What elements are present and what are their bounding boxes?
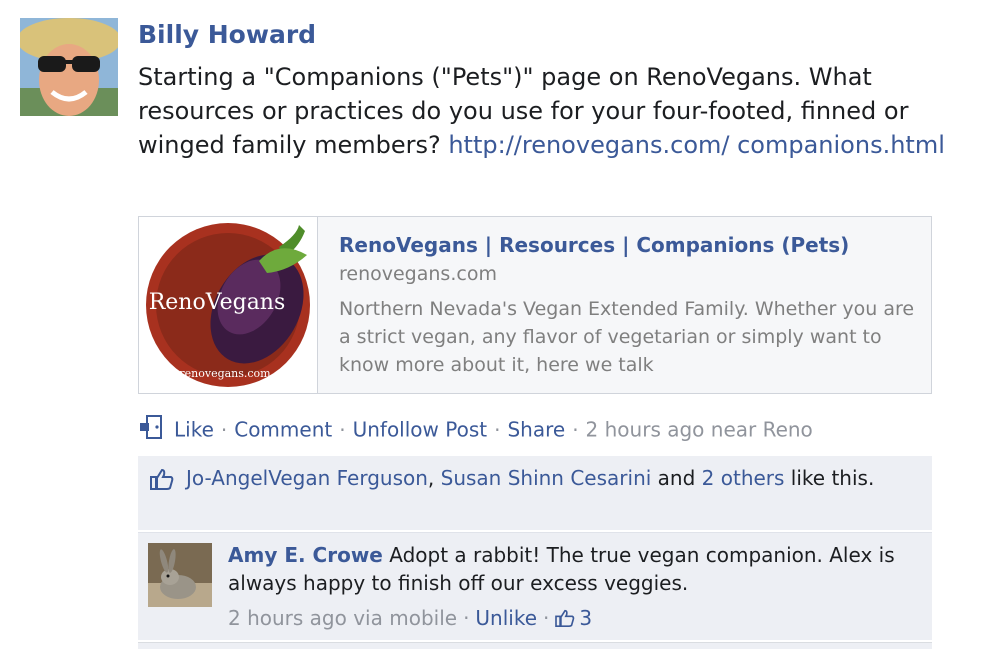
attachment-title[interactable]: RenoVegans | Resources | Companions (Pet… [339,233,849,257]
avatar-photo [20,18,118,116]
like-count-value: 3 [579,606,593,630]
liker-link[interactable]: Jo-AngelVegan Ferguson [186,466,428,490]
unlike-link[interactable]: Unlike [475,606,537,630]
eggplant-logo-icon: RenoVegans renovegans.com [146,223,310,387]
share-link[interactable]: Share [507,418,565,442]
unfollow-post-link[interactable]: Unfollow Post [353,418,488,442]
likes-summary: Jo-AngelVegan Ferguson, Susan Shinn Cesa… [138,456,932,530]
comment-author[interactable]: Amy E. Crowe [228,543,383,567]
post-timestamp[interactable]: 2 hours ago near Reno [586,418,813,442]
comment-timestamp[interactable]: 2 hours ago via mobile [228,606,457,630]
rabbit-photo [148,543,212,607]
attachment-domain: renovegans.com [339,263,497,285]
like-link[interactable]: Like [174,418,214,442]
liker-link[interactable]: Susan Shinn Cesarini [441,466,652,490]
post-action-bar: Like · Comment · Unfollow Post · Share · 2 hours… [138,414,813,448]
comment: Amy E. Crowe Adopt a rabbit! The true ve… [138,532,932,640]
post-author[interactable]: Billy Howard [138,18,316,52]
logo-text: RenoVegans [149,290,286,315]
attachment-description: Northern Nevada's Vegan Extended Family.… [339,298,915,376]
like-door-icon [138,414,166,448]
likes-and: and [651,466,702,490]
separator: · [463,606,470,630]
attachment-thumbnail[interactable]: RenoVegans renovegans.com [139,217,318,393]
author-avatar[interactable] [20,18,118,116]
comment-like-count[interactable]: 3 [555,606,592,630]
commenter-avatar[interactable] [148,543,212,607]
post-message: Starting a "Companions ("Pets")" page on… [138,60,968,162]
comment-body: Amy E. Crowe Adopt a rabbit! The true ve… [228,541,918,597]
likes-suffix: like this. [784,466,875,490]
likes-text: Jo-AngelVegan Ferguson, Susan Shinn Cesa… [150,464,920,492]
separator: · [220,417,228,442]
separator: · [339,417,346,442]
thumbs-up-icon [150,468,174,497]
logo-url: renovegans.com [179,367,271,380]
link-attachment[interactable]: RenoVegans renovegans.com RenoVegans | R… [138,216,932,394]
others-link[interactable]: 2 others [702,466,785,490]
thumbs-up-icon [555,609,575,627]
post-message-link[interactable]: http://renovegans.com/ companions.html [448,131,945,159]
likes-comma: , [427,466,441,490]
separator: · [543,606,550,630]
separator: · [494,417,501,442]
comment-link[interactable]: Comment [234,418,332,442]
separator: · [572,417,579,442]
comment-meta: 2 hours ago via mobile · Unlike · 3 [228,603,592,633]
